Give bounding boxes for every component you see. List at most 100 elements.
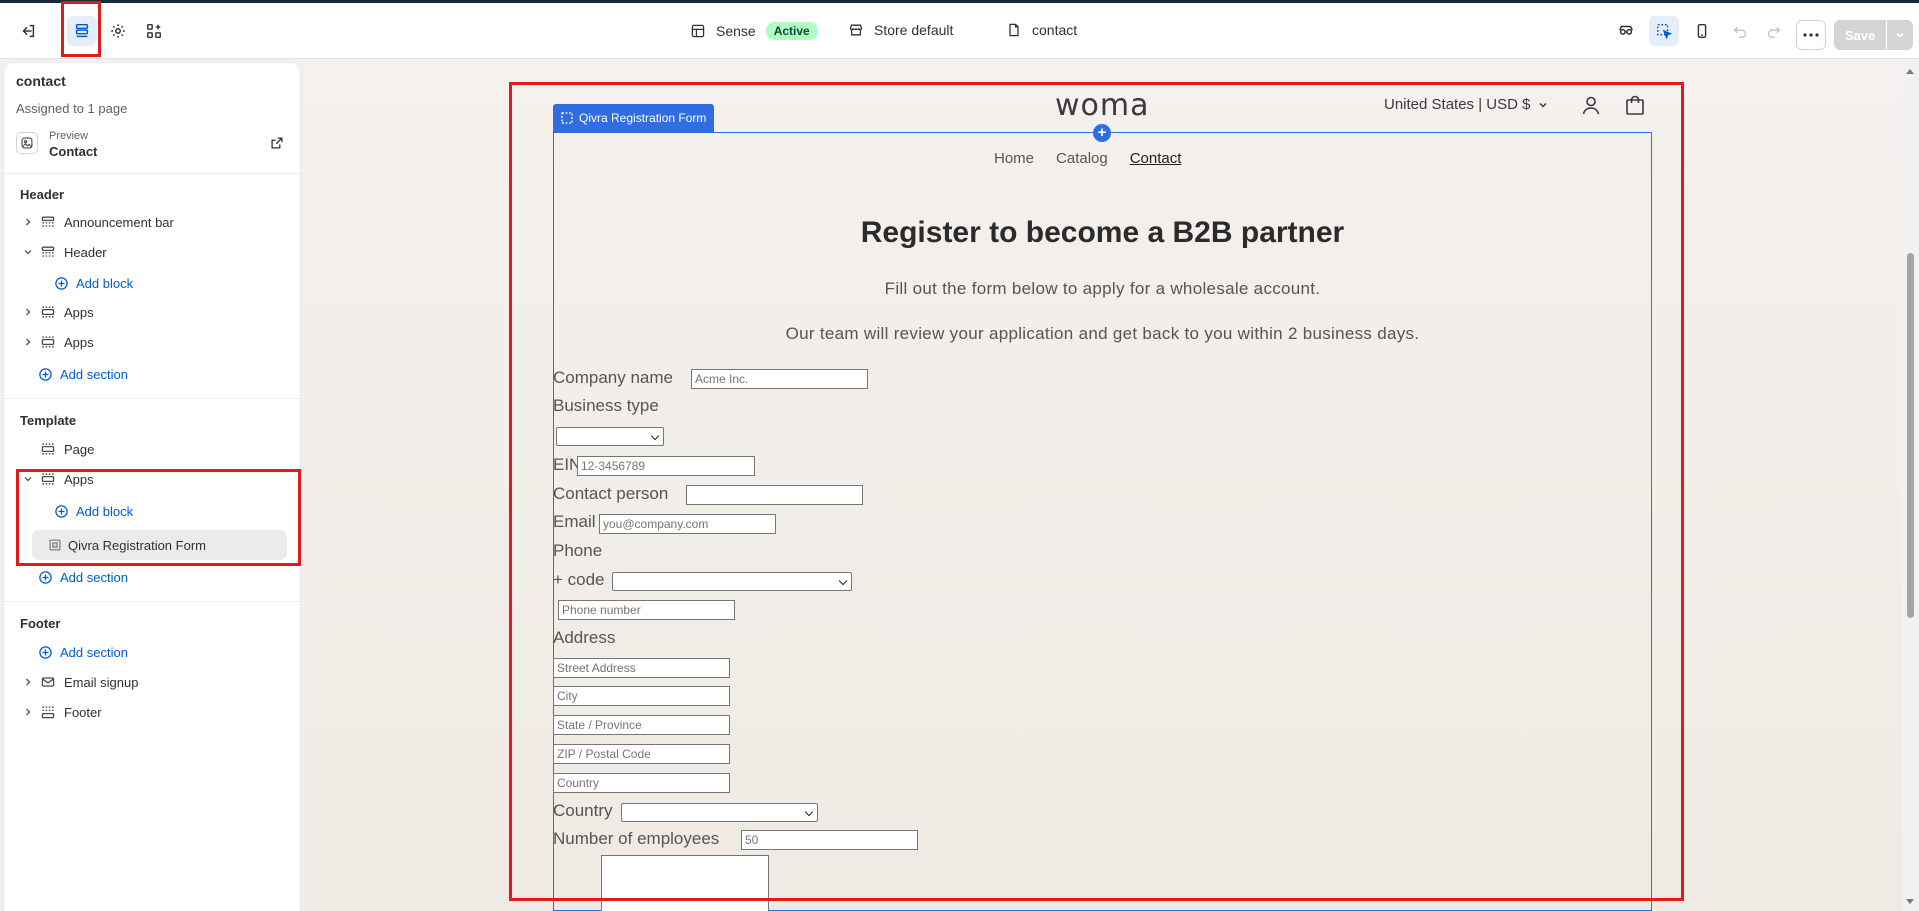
chevron-right-icon[interactable] [20,334,36,350]
cart-icon[interactable] [1624,94,1646,116]
template-group-heading: Template [20,413,77,428]
add-section-button[interactable]: Add section [38,362,128,386]
ein-input[interactable] [577,456,755,476]
sidebar-item-label: Page [64,441,95,457]
preview-page-icon [16,132,38,154]
mobile-view-icon[interactable] [1687,16,1717,46]
scroll-down-icon[interactable] [1906,899,1914,904]
account-icon[interactable] [1580,94,1602,116]
theme-icon [691,24,705,38]
sidebar-item-page[interactable]: Page [20,436,288,462]
chevron-down-icon[interactable] [20,471,36,487]
save-button[interactable]: Save [1834,20,1886,50]
nav-contact[interactable]: Contact [1130,150,1182,167]
divider [4,398,300,399]
form-intro-1: Fill out the form below to apply for a w… [884,279,1321,298]
section-icon [41,246,55,257]
chevron-right-icon[interactable] [20,304,36,320]
store-selector[interactable]: Store default [848,22,953,38]
address-label: Address [553,628,616,647]
preview-scrollbar[interactable] [1902,63,1919,911]
sidebar-item-apps[interactable]: Apps [20,329,288,355]
employees-input[interactable] [741,830,918,850]
redo-icon[interactable] [1759,16,1789,46]
save-dropdown-button[interactable] [1887,20,1913,50]
store-logo[interactable]: woma [1055,88,1150,123]
company-name-label: Company name [553,368,674,387]
phone-label: Phone [553,541,603,560]
plus-circle-icon [39,367,52,381]
undo-icon[interactable] [1725,16,1755,46]
gear-icon[interactable] [103,16,133,46]
chevron-right-icon[interactable] [20,704,36,720]
status-badge: Active [765,22,818,40]
company-name-input[interactable] [691,369,868,389]
assigned-text: Assigned to 1 page [16,101,128,116]
external-link-icon[interactable] [270,136,284,150]
scroll-up-icon[interactable] [1906,69,1914,74]
store-label: Store default [874,22,954,38]
business-type-select[interactable] [556,427,664,446]
phone-code-select[interactable] [612,572,852,591]
city-input[interactable] [553,686,730,706]
exit-icon[interactable] [13,16,43,46]
add-section-button[interactable]: Add section [38,640,128,664]
scroll-thumb[interactable] [1907,253,1914,618]
country-select[interactable] [621,803,818,822]
sidebar-item-header[interactable]: Header [20,239,288,265]
phone-number-input[interactable] [558,600,735,620]
plus-circle-icon [55,276,68,290]
sidebar-item-apps[interactable]: Apps [20,299,288,325]
store-nav: Home Catalog Contact [994,150,1181,167]
preview-selector[interactable]: Preview Contact [16,128,288,160]
country-label: Country [553,801,613,820]
select-element-icon[interactable] [1649,16,1679,46]
add-block-button[interactable]: Add block [54,499,133,523]
add-section-plus-icon[interactable]: + [1093,124,1111,142]
section-tag-label: Qivra Registration Form [579,111,707,125]
section-icon [41,336,55,348]
street-address-input[interactable] [553,658,730,678]
chevron-right-icon[interactable] [20,674,36,690]
store-icon [849,24,863,36]
more-actions-button[interactable] [1796,20,1826,50]
sidebar-item-email-signup[interactable]: Email signup [20,669,288,695]
sidebar: contact Assigned to 1 page Preview Conta… [4,63,300,911]
apps-icon[interactable] [139,16,169,46]
currency-selector[interactable]: United States | USD $ [1384,96,1548,113]
app-block-label: Qivra Registration Form [68,537,206,553]
inspector-icon[interactable] [1611,16,1641,46]
sidebar-item-footer[interactable]: Footer [20,699,288,725]
app-block-icon [49,539,61,551]
nav-catalog[interactable]: Catalog [1056,150,1108,167]
zip-postal-code-input[interactable] [553,744,730,764]
nav-home[interactable]: Home [994,150,1034,167]
section-icon [41,706,55,719]
sections-icon[interactable] [67,16,97,46]
theme-name: Sense [716,23,756,39]
sidebar-item-announcement-bar[interactable]: Announcement bar [20,209,288,235]
add-block-button[interactable]: Add block [54,271,133,295]
sidebar-item-label: Footer [64,704,102,720]
section-tag[interactable]: Qivra Registration Form [553,104,715,132]
theme-selector[interactable]: Sense Active [690,22,818,40]
phone-code-label: + code [553,570,605,589]
chevron-right-icon[interactable] [20,214,36,230]
app-block-qivra-registration-form[interactable]: Qivra Registration Form [32,530,287,560]
sidebar-item-template-apps[interactable]: Apps [20,466,288,492]
state-province-input[interactable] [553,715,730,735]
country-address-input[interactable] [553,773,730,793]
sidebar-title: contact [16,73,66,89]
contact-person-input[interactable] [686,485,863,505]
chevron-down-icon[interactable] [20,244,36,260]
page-selector[interactable]: contact [1006,22,1077,38]
section-icon [41,473,55,485]
email-input[interactable] [599,514,776,534]
divider [4,601,300,602]
page-icon [1009,23,1019,37]
add-section-button[interactable]: Add section [38,565,128,589]
page-label: contact [1032,22,1078,38]
message-textarea[interactable] [601,855,769,911]
footer-group-heading: Footer [20,616,61,631]
employees-label: Number of employees [553,829,720,848]
